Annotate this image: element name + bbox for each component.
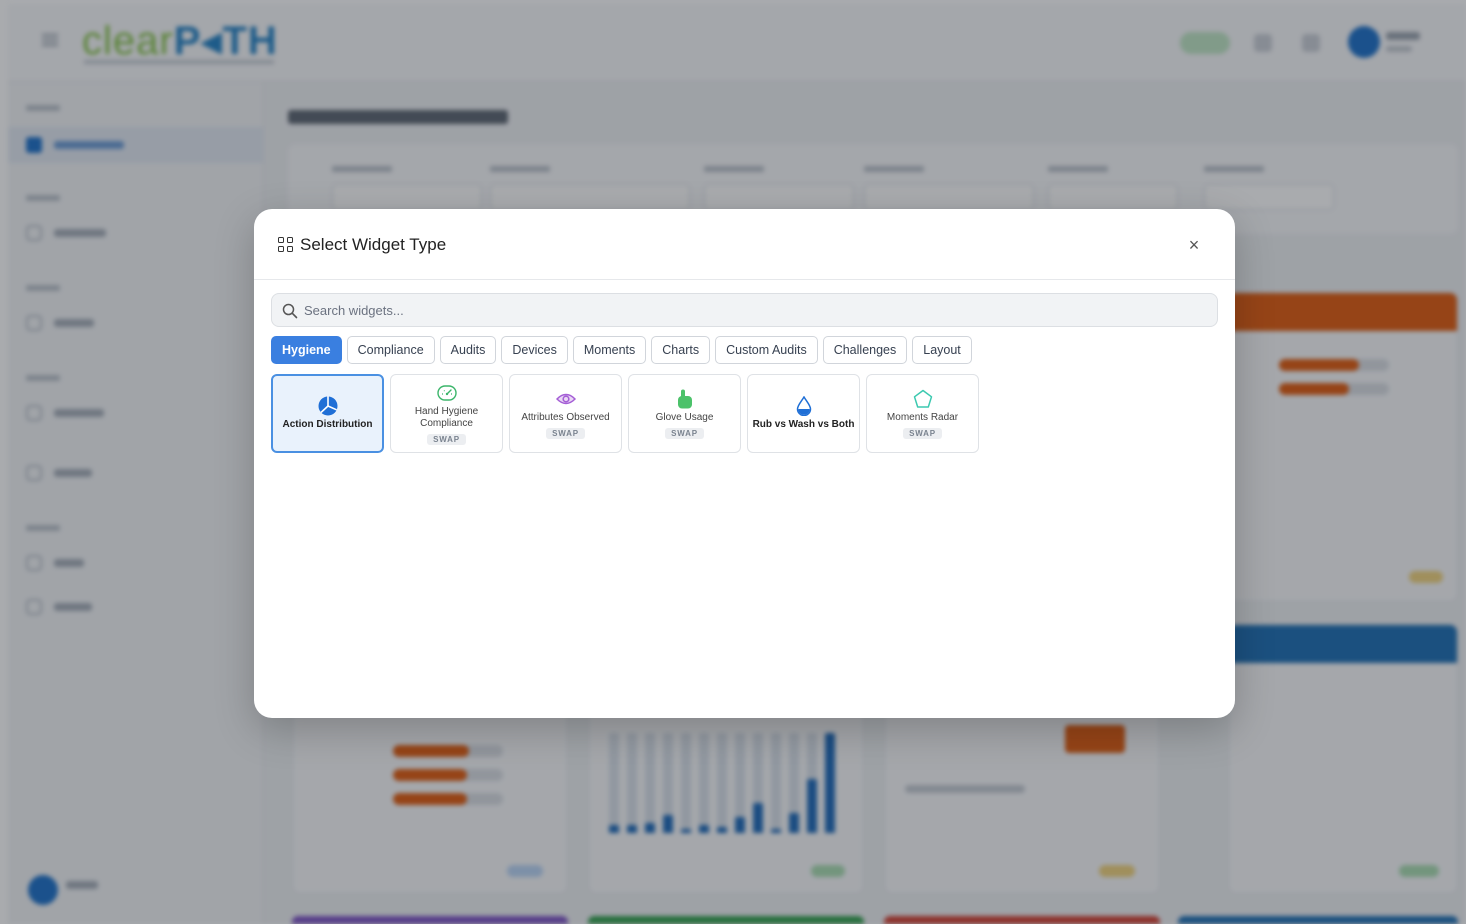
eye-icon — [555, 389, 577, 409]
tab-devices[interactable]: Devices — [501, 336, 568, 364]
swap-badge: SWAP — [427, 433, 466, 445]
widget-moments-radar[interactable]: Moments Radar SWAP — [866, 374, 979, 453]
widget-label: Hand Hygiene Compliance — [414, 405, 479, 429]
tab-layout[interactable]: Layout — [912, 336, 972, 364]
modal-title: Select Widget Type — [300, 235, 447, 254]
widget-action-distribution[interactable]: Action Distribution — [271, 374, 384, 453]
tab-hygiene[interactable]: Hygiene — [271, 336, 342, 364]
widget-grid: Action Distribution Hand Hygiene Complia… — [271, 374, 979, 453]
pie-chart-icon — [317, 396, 339, 416]
widget-label: Moments Radar — [886, 411, 959, 423]
droplet-icon — [793, 396, 815, 416]
grid-icon — [278, 237, 294, 253]
hand-pointer-icon — [674, 389, 696, 409]
gauge-icon — [436, 383, 458, 403]
widget-label: Attributes Observed — [521, 411, 610, 423]
search-icon — [282, 303, 298, 319]
widget-glove-usage[interactable]: Glove Usage SWAP — [628, 374, 741, 453]
tab-custom-audits[interactable]: Custom Audits — [715, 336, 818, 364]
tab-moments[interactable]: Moments — [572, 336, 647, 364]
tab-charts[interactable]: Charts — [651, 336, 711, 364]
pentagon-icon — [912, 389, 934, 409]
close-button[interactable]: × — [1184, 236, 1204, 256]
tab-audits[interactable]: Audits — [439, 336, 497, 364]
modal-header: Select Widget Type × — [254, 209, 1235, 280]
swap-badge: SWAP — [665, 427, 704, 439]
search-box — [271, 293, 1218, 327]
tab-compliance[interactable]: Compliance — [346, 336, 435, 364]
widget-label: Rub vs Wash vs Both — [752, 419, 855, 430]
search-input[interactable] — [304, 294, 1204, 326]
select-widget-modal: Select Widget Type × Hygiene Compliance … — [254, 209, 1235, 718]
swap-badge: SWAP — [903, 427, 942, 439]
widget-label: Glove Usage — [655, 411, 714, 423]
category-tabs: Hygiene Compliance Audits Devices Moment… — [271, 336, 972, 364]
widget-label: Action Distribution — [282, 419, 373, 430]
widget-attributes-observed[interactable]: Attributes Observed SWAP — [509, 374, 622, 453]
swap-badge: SWAP — [546, 427, 585, 439]
widget-rub-vs-wash[interactable]: Rub vs Wash vs Both — [747, 374, 860, 453]
tab-challenges[interactable]: Challenges — [822, 336, 908, 364]
widget-hand-hygiene-compliance[interactable]: Hand Hygiene Compliance SWAP — [390, 374, 503, 453]
